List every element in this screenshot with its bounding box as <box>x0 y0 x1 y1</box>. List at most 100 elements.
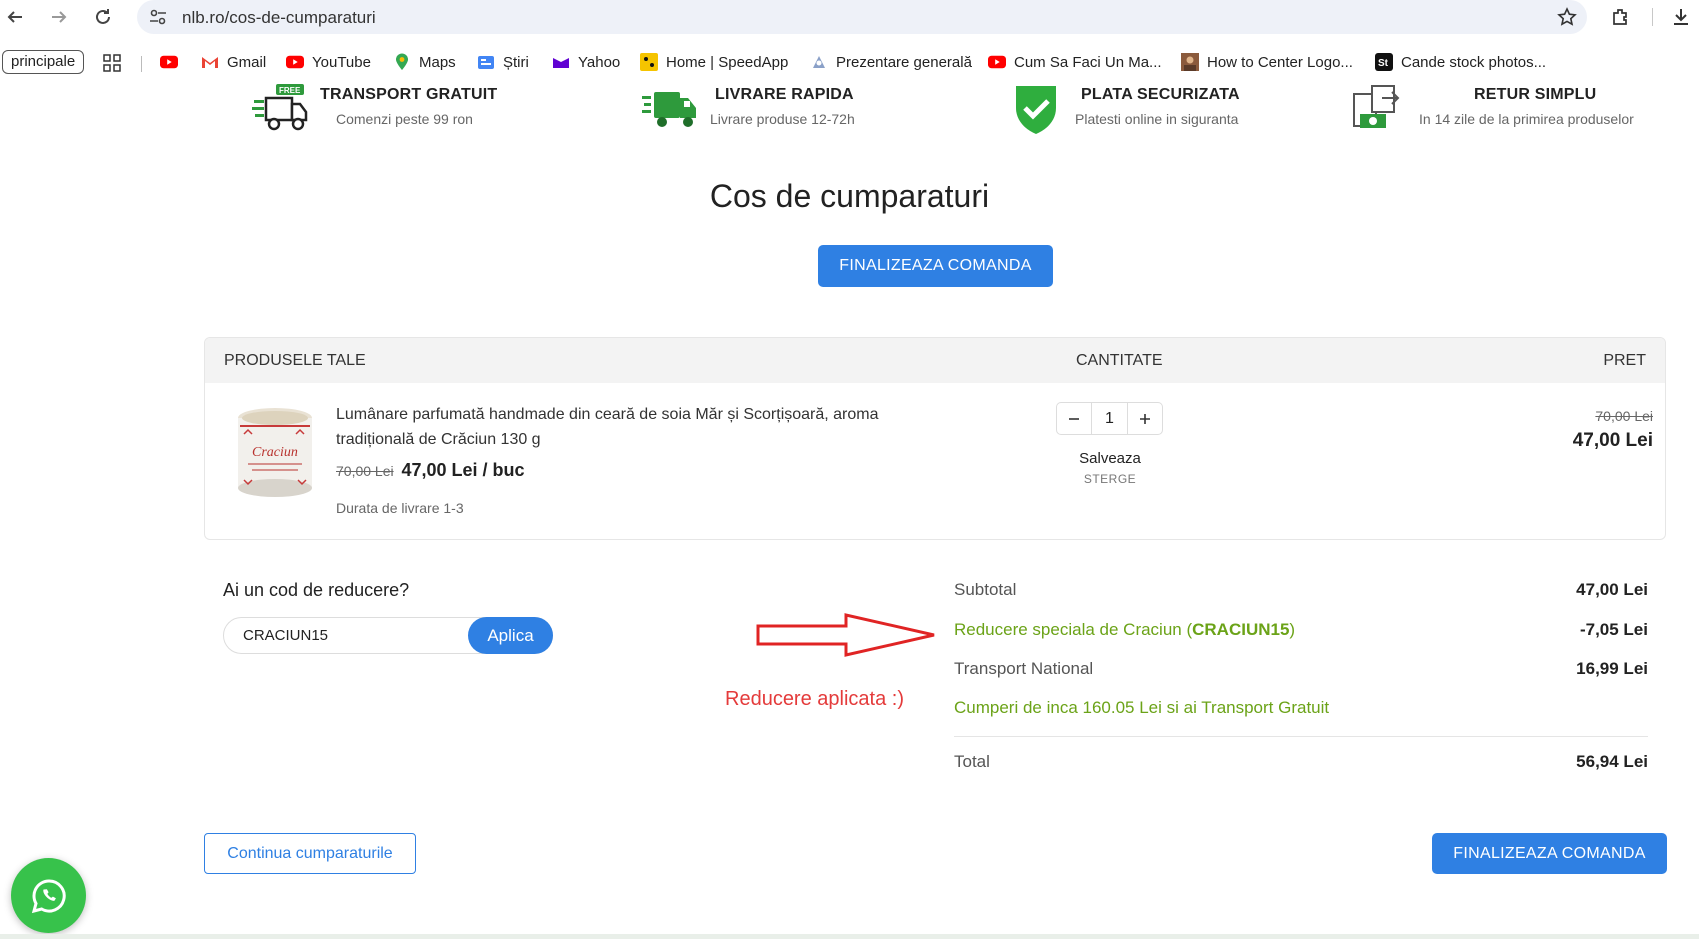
free-badge: FREE <box>279 86 301 95</box>
browser-toolbar: nlb.ro/cos-de-cumparaturi <box>0 0 1699 34</box>
free-truck-icon: FREE <box>252 84 308 131</box>
page-bottom-edge <box>0 934 1699 939</box>
forward-button[interactable] <box>46 4 72 30</box>
bookmark-label: Cande stock photos... <box>1401 53 1547 71</box>
apps-grid-icon[interactable] <box>103 54 121 72</box>
bookmark-youtube-2[interactable]: YouTube <box>286 50 371 74</box>
bookmark-speedapp[interactable]: Home | SpeedApp <box>640 50 788 74</box>
subtotal-label: Subtotal <box>954 580 1017 599</box>
download-icon[interactable] <box>1670 6 1692 28</box>
subtotal-value: 47,00 Lei <box>1576 580 1648 599</box>
line-old-price: 70,00 Lei <box>1595 408 1653 424</box>
bookmark-cum-sa-faci[interactable]: Cum Sa Faci Un Ma... <box>988 50 1162 74</box>
benefit-subtitle: In 14 zile de la primirea produselor <box>1419 111 1634 127</box>
discount-label-text: Reducere speciala de Craciun ( <box>954 620 1193 639</box>
whatsapp-chat-button[interactable] <box>11 858 86 933</box>
continue-shopping-button[interactable]: Continua cumparaturile <box>204 833 416 874</box>
discount-value: -7,05 Lei <box>1579 620 1648 639</box>
save-for-later-link[interactable]: Salveaza <box>1060 450 1160 467</box>
bookmark-label: Știri <box>503 53 529 71</box>
whatsapp-icon <box>31 878 66 913</box>
discount-applied-annotation: Reducere aplicata :) <box>725 688 904 710</box>
address-bar[interactable]: nlb.ro/cos-de-cumparaturi <box>137 0 1587 34</box>
product-unit-price: 70,00 Lei 47,00 Lei / buc <box>336 460 525 481</box>
discount-label: Reducere speciala de Craciun (CRACIUN15) <box>954 620 1295 640</box>
back-button[interactable] <box>2 4 28 30</box>
bookmark-yahoo[interactable]: Yahoo <box>552 50 620 74</box>
decrease-quantity-button[interactable] <box>1057 403 1091 434</box>
bookmark-folder-principale[interactable]: principale <box>2 50 85 74</box>
bookmark-label: Prezentare generală <box>836 53 972 71</box>
forward-arrow-icon <box>52 11 67 23</box>
benefit-title: RETUR SIMPLU <box>1474 86 1597 103</box>
bookmark-cande-stock[interactable]: St Cande stock photos... <box>1375 50 1546 74</box>
product-current-price: 47,00 Lei / buc <box>401 460 525 480</box>
line-total-price: 47,00 Lei <box>1572 430 1653 451</box>
delivery-truck-icon <box>642 92 696 127</box>
candle-label-text: Craciun <box>252 445 298 460</box>
benefit-subtitle: Platesti online in siguranta <box>1075 111 1239 127</box>
benefit-fast-delivery: LIVRARE RAPIDA Livrare produse 12-72h <box>642 84 922 136</box>
product-delivery-time: Durata de livrare 1-3 <box>336 500 464 516</box>
stock-icon: St <box>1375 53 1393 71</box>
url-text: nlb.ro/cos-de-cumparaturi <box>182 8 376 27</box>
product-name[interactable]: Lumânare parfumată handmade din ceară de… <box>336 402 936 452</box>
reload-icon <box>96 9 110 24</box>
benefit-title: TRANSPORT GRATUIT <box>320 86 498 103</box>
bookmark-label: Cum Sa Faci Un Ma... <box>1014 53 1162 71</box>
bookmark-label: Maps <box>419 53 456 71</box>
checkout-button-top[interactable]: FINALIZEAZA COMANDA <box>818 245 1053 287</box>
toolbar-divider <box>1652 8 1653 26</box>
cart-table-header: PRODUSELE TALE CANTITATE PRET <box>205 338 1665 383</box>
shipping-value: 16,99 Lei <box>1576 659 1648 678</box>
reload-button[interactable] <box>90 4 116 30</box>
shipping-label: Transport National <box>954 659 1094 678</box>
bookmark-star-icon[interactable] <box>1557 7 1577 27</box>
coupon-question: Ai un cod de reducere? <box>223 580 410 600</box>
quantity-value[interactable]: 1 <box>1091 403 1128 434</box>
total-value: 56,94 Lei <box>1576 752 1648 771</box>
youtube-icon <box>286 53 304 71</box>
bookmark-youtube-1[interactable] <box>160 50 186 74</box>
product-image[interactable]: Craciun <box>230 404 320 500</box>
benefit-easy-return: RETUR SIMPLU In 14 zile de la primirea p… <box>1352 84 1652 136</box>
bookmark-label: Home | SpeedApp <box>666 53 789 71</box>
bookmarks-divider <box>141 56 142 72</box>
red-arrow-annotation-icon <box>756 613 935 657</box>
svg-text:St: St <box>1378 58 1389 69</box>
benefit-title: LIVRARE RAPIDA <box>715 86 854 103</box>
checkout-button-bottom[interactable]: FINALIZEAZA COMANDA <box>1432 833 1667 874</box>
bookmark-stiri[interactable]: Știri <box>477 50 529 74</box>
bookmarks-bar: principale Gmail YouTube Maps Știri Yaho… <box>0 46 1699 78</box>
site-settings-icon[interactable] <box>149 8 167 26</box>
benefit-subtitle: Livrare produse 12-72h <box>710 111 855 127</box>
overview-icon <box>810 53 828 71</box>
bookmark-gmail[interactable]: Gmail <box>201 50 266 74</box>
benefit-subtitle: Comenzi peste 99 ron <box>336 111 473 127</box>
shield-check-icon <box>1016 86 1056 134</box>
discount-code: CRACIUN15 <box>1192 620 1290 639</box>
header-price: PRET <box>1603 352 1646 369</box>
delete-item-link[interactable]: STERGE <box>1060 472 1160 486</box>
back-arrow-icon <box>7 11 22 23</box>
discount-label-close: ) <box>1289 620 1296 639</box>
benefit-title: PLATA SECURIZATA <box>1081 86 1240 103</box>
bookmark-prezentare[interactable]: Prezentare generală <box>810 50 972 74</box>
increase-quantity-button[interactable] <box>1128 403 1162 434</box>
quantity-stepper: 1 <box>1056 402 1163 435</box>
yahoo-icon <box>552 53 570 71</box>
benefit-secure-payment: PLATA SECURIZATA Platesti online in sigu… <box>1010 84 1290 136</box>
total-label: Total <box>954 752 990 771</box>
bookmark-how-to-center[interactable]: How to Center Logo... <box>1181 50 1353 74</box>
return-box-icon <box>1353 85 1400 128</box>
bookmark-label: Gmail <box>227 53 267 71</box>
maps-icon <box>393 53 411 71</box>
free-shipping-note: Cumperi de inca 160.05 Lei si ai Transpo… <box>954 698 1330 717</box>
bookmark-maps[interactable]: Maps <box>393 50 456 74</box>
summary-divider <box>954 736 1648 737</box>
youtube-icon <box>988 53 1006 71</box>
extensions-icon[interactable] <box>1610 6 1632 28</box>
gmail-icon <box>201 53 219 71</box>
apply-coupon-button[interactable]: Aplica <box>468 617 553 654</box>
bookmark-label: How to Center Logo... <box>1207 53 1353 71</box>
